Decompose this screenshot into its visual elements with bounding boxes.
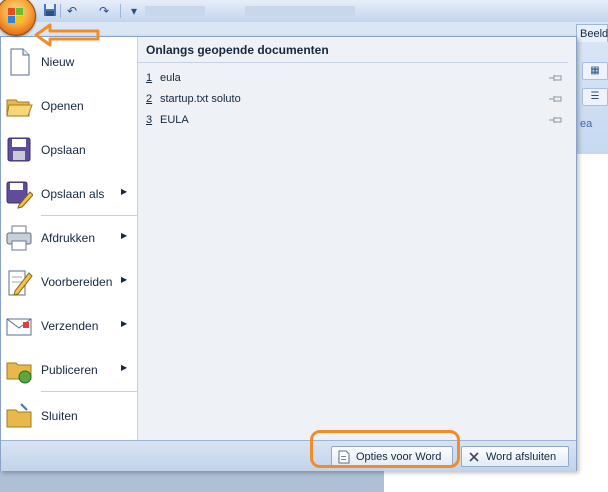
- office-menu: Nieuw Openen Opslaan Opslaan als ▶ Afdru…: [0, 36, 577, 471]
- recent-documents-header: Onlangs geopende documenten: [138, 37, 568, 63]
- menu-item-label: Sluiten: [41, 409, 78, 423]
- menu-item-label: Afdrukken: [41, 231, 96, 245]
- recent-item-name: startup.txt soluto: [160, 93, 241, 105]
- title-text-blurred: [145, 6, 205, 16]
- menu-item-label: Verzenden: [41, 319, 99, 333]
- submenu-arrow-icon: ▶: [121, 187, 128, 196]
- menu-item-sluiten[interactable]: Sluiten: [1, 395, 137, 439]
- annotation-arrow-icon: [34, 23, 100, 47]
- undo-icon[interactable]: ↶: [64, 3, 80, 19]
- pin-icon[interactable]: [548, 93, 564, 105]
- submenu-arrow-icon: ▶: [121, 231, 128, 240]
- recent-item-number: 1: [146, 72, 153, 84]
- close-x-icon: [469, 452, 479, 462]
- prepare-icon: [8, 270, 33, 296]
- toolbar-divider: [60, 4, 61, 18]
- office-logo-icon: [8, 8, 24, 24]
- toolbar-divider: [120, 4, 121, 18]
- new-document-icon: [10, 48, 30, 76]
- pin-icon[interactable]: [548, 114, 564, 126]
- menu-footer: Opties voor Word Word afsluiten: [1, 440, 576, 471]
- menu-item-label: Nieuw: [41, 55, 75, 69]
- title-text-blurred: [245, 6, 355, 16]
- menu-item-label: Opslaan als: [41, 187, 105, 201]
- recent-documents-panel: Onlangs geopende documenten 1 eula 2 sta…: [138, 37, 576, 440]
- recent-document-item[interactable]: 2 startup.txt soluto: [138, 90, 568, 110]
- ribbon-group-label: ea: [580, 118, 593, 130]
- menu-item-publiceren[interactable]: Publiceren ▶: [1, 349, 137, 393]
- submenu-arrow-icon: ▶: [121, 319, 128, 328]
- printer-icon: [6, 225, 32, 251]
- recent-document-item[interactable]: 1 eula: [138, 69, 568, 89]
- submenu-arrow-icon: ▶: [121, 275, 128, 284]
- ribbon-button-icon[interactable]: ▦: [582, 62, 608, 80]
- save-icon[interactable]: [42, 3, 58, 19]
- publish-icon: [6, 362, 32, 384]
- recent-item-name: EULA: [160, 114, 189, 126]
- menu-item-openen[interactable]: Openen: [1, 85, 137, 129]
- menu-item-verzenden[interactable]: Verzenden ▶: [1, 305, 137, 349]
- send-icon: [6, 318, 32, 336]
- menu-divider: [41, 215, 137, 216]
- menu-item-label: Openen: [41, 99, 84, 113]
- customize-icon[interactable]: ▾: [126, 3, 142, 19]
- redo-icon[interactable]: ↷: [96, 3, 112, 19]
- menu-item-afdrukken[interactable]: Afdrukken ▶: [1, 217, 137, 261]
- recent-document-item[interactable]: 3 EULA: [138, 111, 568, 131]
- save-disk-icon: [7, 137, 31, 162]
- exit-word-button[interactable]: Word afsluiten: [461, 446, 569, 467]
- recent-item-name: eula: [160, 72, 181, 84]
- submenu-arrow-icon: ▶: [121, 363, 128, 372]
- menu-item-label: Publiceren: [41, 363, 98, 377]
- exit-word-label: Word afsluiten: [486, 451, 557, 463]
- menu-item-label: Opslaan: [41, 143, 86, 157]
- menu-item-voorbereiden[interactable]: Voorbereiden ▶: [1, 261, 137, 305]
- annotation-highlight: [310, 430, 460, 468]
- close-folder-icon: [6, 403, 32, 428]
- save-as-icon: [6, 181, 33, 209]
- menu-command-list: Nieuw Openen Opslaan Opslaan als ▶ Afdru…: [1, 37, 138, 440]
- menu-item-opslaan[interactable]: Opslaan: [1, 129, 137, 173]
- tab-beeld[interactable]: Beeld: [576, 24, 608, 42]
- menu-item-label: Voorbereiden: [41, 275, 113, 289]
- menu-divider: [41, 391, 137, 392]
- line-spacing-icon[interactable]: ☰: [582, 88, 608, 106]
- recent-item-number: 2: [146, 93, 153, 105]
- title-bar: ↶ ↷ ▾: [0, 0, 608, 23]
- menu-item-opslaan-als[interactable]: Opslaan als ▶: [1, 173, 137, 217]
- open-folder-icon: [6, 99, 33, 117]
- recent-item-number: 3: [146, 114, 153, 126]
- pin-icon[interactable]: [548, 72, 564, 84]
